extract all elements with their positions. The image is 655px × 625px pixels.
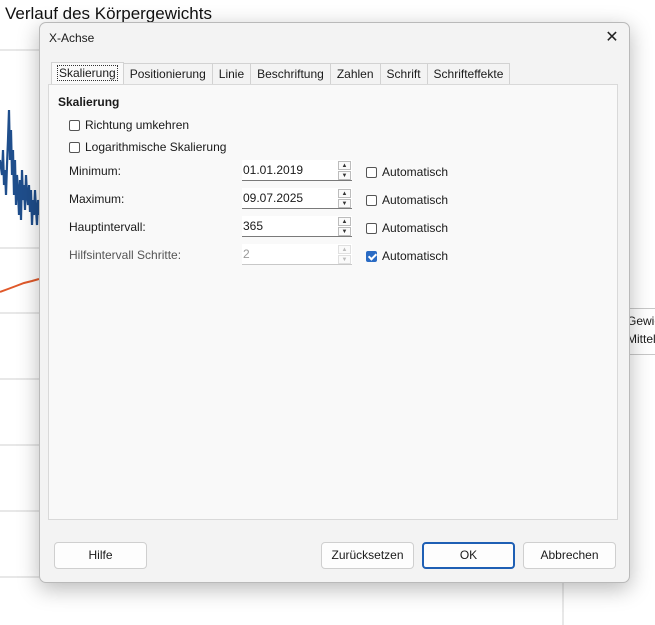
minimum-spinbox[interactable]: ▲ ▼: [242, 160, 352, 181]
tab-skalierung[interactable]: Skalierung: [51, 62, 124, 85]
minimum-spin-buttons: ▲ ▼: [338, 161, 351, 180]
minor-interval-auto-checkbox[interactable]: Automatisch: [366, 248, 448, 264]
major-interval-input[interactable]: [242, 216, 333, 235]
x-axis-dialog: X-Achse ✕ Skalierung Positionierung Lini…: [39, 22, 630, 583]
major-interval-auto-checkbox[interactable]: Automatisch: [366, 220, 448, 236]
checkbox-label: Automatisch: [382, 249, 449, 263]
checkbox-box[interactable]: [69, 119, 80, 131]
spin-up-icon[interactable]: ▲: [338, 189, 351, 198]
spin-up-icon[interactable]: ▲: [338, 161, 351, 170]
tab-label: Skalierung: [57, 65, 118, 81]
tab-schrifteffekte[interactable]: Schrifteffekte: [426, 63, 511, 84]
tab-bar: Skalierung Positionierung Linie Beschrif…: [51, 62, 511, 85]
cancel-button[interactable]: Abbrechen: [523, 542, 616, 569]
tab-linie[interactable]: Linie: [211, 63, 252, 84]
reverse-direction-checkbox[interactable]: Richtung umkehren: [69, 117, 189, 133]
major-interval-spinbox[interactable]: ▲ ▼: [242, 216, 352, 237]
checkbox-box-checked[interactable]: [366, 250, 377, 262]
tab-positionierung[interactable]: Positionierung: [122, 63, 213, 84]
checkbox-box[interactable]: [366, 166, 377, 178]
weight-series-line: [0, 109, 41, 226]
minimum-input[interactable]: [242, 160, 333, 179]
tab-panel-skalierung: Skalierung Richtung umkehren Logarithmis…: [48, 84, 618, 520]
checkbox-label: Automatisch: [382, 165, 449, 179]
checkbox-box[interactable]: [69, 141, 80, 153]
maximum-spin-buttons: ▲ ▼: [338, 189, 351, 208]
close-icon[interactable]: ✕: [601, 27, 623, 49]
help-button[interactable]: Hilfe: [54, 542, 147, 569]
minor-interval-spinbox: ▲ ▼: [242, 244, 352, 265]
spin-down-icon[interactable]: ▼: [338, 199, 351, 208]
checkbox-label: Automatisch: [382, 221, 449, 235]
checkbox-box[interactable]: [366, 222, 377, 234]
ok-button[interactable]: OK: [422, 542, 515, 569]
spin-down-icon: ▼: [338, 255, 351, 264]
checkbox-label: Automatisch: [382, 193, 449, 207]
maximum-auto-checkbox[interactable]: Automatisch: [366, 192, 448, 208]
dialog-title: X-Achse: [49, 31, 95, 45]
maximum-label: Maximum:: [69, 192, 125, 206]
spin-up-icon: ▲: [338, 245, 351, 254]
spin-down-icon[interactable]: ▼: [338, 227, 351, 236]
spin-down-icon[interactable]: ▼: [338, 171, 351, 180]
checkbox-box[interactable]: [366, 194, 377, 206]
minor-interval-spin-buttons: ▲ ▼: [338, 245, 351, 264]
checkbox-label: Richtung umkehren: [85, 118, 190, 132]
minimum-label: Minimum:: [69, 164, 122, 178]
minimum-auto-checkbox[interactable]: Automatisch: [366, 164, 448, 180]
reset-button[interactable]: Zurücksetzen: [321, 542, 414, 569]
spin-up-icon[interactable]: ▲: [338, 217, 351, 226]
checkbox-label: Logarithmische Skalierung: [85, 140, 227, 154]
tab-zahlen[interactable]: Zahlen: [329, 63, 381, 84]
major-interval-spin-buttons: ▲ ▼: [338, 217, 351, 236]
maximum-input[interactable]: [242, 188, 333, 207]
average-series-line: [0, 278, 40, 293]
minor-interval-input: [242, 244, 333, 263]
log-scale-checkbox[interactable]: Logarithmische Skalierung: [69, 139, 226, 155]
maximum-spinbox[interactable]: ▲ ▼: [242, 188, 352, 209]
tab-schrift[interactable]: Schrift: [379, 63, 428, 84]
major-interval-label: Hauptintervall:: [69, 220, 146, 234]
tab-beschriftung[interactable]: Beschriftung: [250, 63, 331, 84]
section-title: Skalierung: [58, 95, 120, 109]
minor-interval-label: Hilfsintervall Schritte:: [69, 248, 182, 262]
